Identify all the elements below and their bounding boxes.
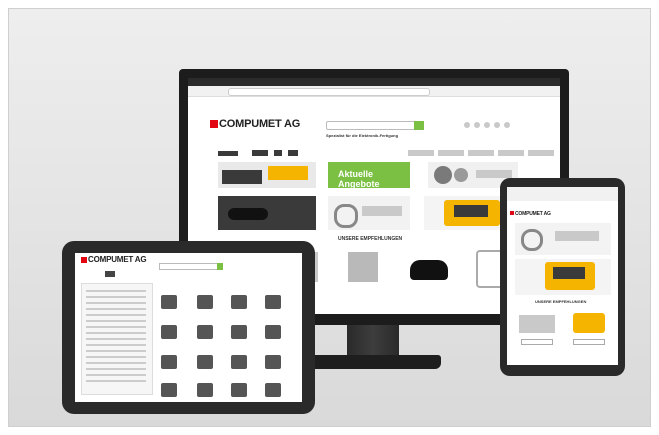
- browser-titlebar: [188, 78, 560, 86]
- search-button[interactable]: [414, 121, 424, 130]
- banner-equipment[interactable]: [218, 162, 316, 188]
- main-nav[interactable]: [408, 150, 558, 158]
- tablet-search-btn[interactable]: [217, 263, 223, 270]
- monitor-stand: [347, 325, 399, 359]
- tablet-search[interactable]: [159, 263, 221, 270]
- showcase-frame: COMPUMET AG Spezialist für die Elektroni…: [8, 8, 651, 427]
- phone-toolbar: [507, 187, 618, 201]
- phone-section-title: UNSERE EMPFEHLUNGEN: [535, 299, 587, 304]
- site-logo[interactable]: COMPUMET AG: [210, 118, 300, 130]
- section-title: UNSERE EMPFEHLUNGEN: [338, 236, 403, 242]
- monitor-base: [305, 355, 441, 369]
- phone-banner-measure[interactable]: [515, 259, 611, 295]
- phone-logo[interactable]: COMPUMET AG: [510, 211, 551, 217]
- header-icons[interactable]: [464, 122, 524, 128]
- banner-offers[interactable]: Aktuelle Angebote: [328, 162, 410, 189]
- search-input[interactable]: [326, 121, 424, 130]
- logo-mark: [210, 120, 218, 128]
- phone-screen: COMPUMET AG UNSERE EMPFEHLUNGEN: [507, 187, 618, 365]
- tablet-brand: [105, 271, 115, 277]
- banner-testers[interactable]: [328, 196, 410, 230]
- phone-banner-testers[interactable]: [515, 223, 611, 255]
- tablet-screen: COMPUMET AG: [75, 253, 302, 402]
- tablet-sidebar[interactable]: [81, 283, 153, 395]
- promo-text: Aktuelle Angebote: [338, 169, 380, 189]
- tagline: Spezialist für die Elektronik-Fertigung: [326, 133, 399, 138]
- logo-text: COMPUMET AG: [219, 118, 301, 130]
- phone-products[interactable]: [515, 309, 611, 349]
- address-bar[interactable]: [228, 88, 430, 96]
- brand-logos: [218, 150, 318, 158]
- banner-shoes[interactable]: [218, 196, 316, 230]
- tablet-category-grid[interactable]: [159, 293, 299, 402]
- tablet-logo[interactable]: COMPUMET AG: [81, 255, 147, 264]
